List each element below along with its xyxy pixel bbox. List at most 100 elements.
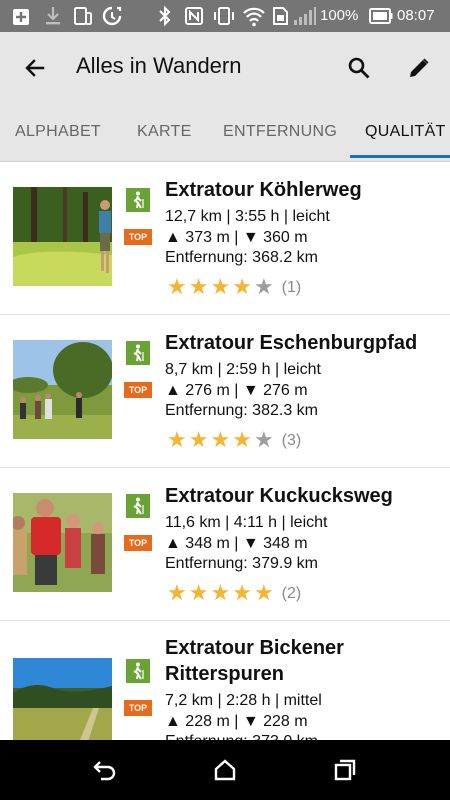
back-icon	[93, 761, 116, 781]
hiking-type-badge	[126, 494, 150, 518]
plus-box-icon	[13, 9, 29, 25]
sync-icon	[102, 6, 122, 26]
tour-ascent: 276 m	[185, 382, 230, 399]
tour-stats: 7,2 km | 2:28 h | mittel	[165, 692, 322, 709]
descent-icon: ▼	[242, 535, 259, 552]
tour-distance: Entfernung: 373.0 km	[165, 732, 318, 740]
tour-descent: 276 m	[263, 382, 308, 399]
search-button[interactable]	[341, 50, 377, 86]
page-title: Alles in Wandern	[76, 53, 242, 78]
hiking-type-badge	[126, 341, 150, 365]
battery-percent: 100%	[320, 7, 359, 24]
tour-elevation: ▲ 373 m | ▼ 360 m	[165, 229, 308, 246]
star-empty-icon: ★	[253, 275, 274, 300]
star-empty-icon: ★	[253, 428, 274, 453]
status-bar: 100% 08:07	[0, 0, 450, 32]
tour-ascent: 228 m	[185, 713, 230, 730]
back-arrow-icon	[25, 59, 45, 77]
star-filled-icon: ★	[210, 275, 231, 300]
tour-elevation: ▲ 348 m | ▼ 348 m	[165, 535, 308, 552]
tour-item[interactable]: TOP Extratour Eschenburgpfad 8,7 km | 2:…	[0, 315, 450, 468]
ascent-icon: ▲	[165, 229, 181, 246]
home-icon	[214, 759, 236, 781]
tour-stats: 11,6 km | 4:11 h | leicht	[165, 514, 328, 531]
recents-icon	[334, 759, 356, 781]
nav-home-button[interactable]	[209, 754, 241, 786]
ascent-icon: ▲	[165, 535, 181, 552]
tour-photo	[13, 187, 112, 286]
tour-title: Extratour Köhlerweg	[165, 179, 362, 201]
download-icon	[46, 7, 60, 25]
top-badge: TOP	[124, 535, 152, 551]
ascent-icon: ▲	[165, 382, 181, 399]
bluetooth-icon	[159, 5, 171, 27]
tour-item[interactable]: TOP Extratour Kuckucksweg 11,6 km | 4:11…	[0, 468, 450, 621]
tour-distance: Entfernung: 382.3 km	[165, 402, 318, 419]
tour-descent: 228 m	[263, 713, 308, 730]
star-rating: ★ ★ ★ ★ ★ (1)	[167, 277, 301, 299]
top-badge: TOP	[124, 382, 152, 398]
tour-photo	[13, 340, 112, 439]
status-time: 08:07	[397, 7, 435, 24]
tour-photo	[13, 658, 112, 740]
tour-item[interactable]: TOP Extratour Köhlerweg 12,7 km | 3:55 h…	[0, 162, 450, 315]
tour-distance: Entfernung: 368.2 km	[165, 249, 318, 266]
tab-indicator	[350, 155, 450, 158]
phone-tablet-icon	[74, 7, 92, 25]
battery-icon	[369, 8, 393, 24]
descent-icon: ▼	[242, 229, 259, 246]
tour-title: Extratour Eschenburgpfad	[165, 332, 418, 354]
signal-icon	[294, 7, 316, 25]
edit-button[interactable]	[401, 50, 437, 86]
ascent-icon: ▲	[165, 713, 181, 730]
star-filled-icon: ★	[232, 275, 252, 300]
wifi-icon	[243, 7, 265, 27]
top-badge: TOP	[124, 700, 152, 716]
star-filled-icon: ★	[210, 581, 231, 606]
tour-stats: 8,7 km | 2:59 h | leicht	[165, 361, 321, 378]
star-rating: ★ ★ ★ ★ ★ (3)	[167, 430, 301, 452]
tour-title: Extratour Bickener Ritterspuren	[165, 637, 344, 685]
nav-recents-button[interactable]	[329, 754, 361, 786]
descent-icon: ▼	[242, 713, 259, 730]
star-filled-icon: ★	[167, 275, 187, 300]
tour-list[interactable]: TOP Extratour Köhlerweg 12,7 km | 3:55 h…	[0, 162, 450, 740]
nav-back-button[interactable]	[89, 754, 121, 786]
tour-title: Extratour Kuckucksweg	[165, 485, 393, 507]
star-filled-icon: ★	[167, 428, 187, 453]
top-badge: TOP	[124, 229, 152, 245]
hiking-icon	[133, 191, 144, 209]
hiking-icon	[133, 662, 144, 680]
rating-count: (2)	[281, 585, 302, 602]
tab-karte[interactable]: KARTE	[137, 104, 192, 161]
search-icon	[348, 57, 370, 79]
star-filled-icon: ★	[253, 581, 274, 606]
tour-descent: 360 m	[263, 229, 308, 246]
back-button[interactable]	[17, 50, 53, 86]
tab-alphabet[interactable]: ALPHABET	[15, 104, 101, 161]
tour-item[interactable]: TOP Extratour Bickener Ritterspuren 7,2 …	[0, 621, 450, 740]
system-nav-bar	[0, 740, 450, 800]
tab-entfernung[interactable]: ENTFERNUNG	[223, 104, 337, 161]
edit-pencil-icon	[410, 58, 429, 77]
hiking-icon	[133, 497, 144, 515]
tour-stats: 12,7 km | 3:55 h | leicht	[165, 208, 330, 225]
hiking-icon	[133, 344, 144, 362]
app-bar: Alles in Wandern	[0, 32, 450, 104]
star-filled-icon: ★	[167, 581, 187, 606]
star-filled-icon: ★	[232, 581, 252, 606]
tour-descent: 348 m	[263, 535, 308, 552]
nfc-icon	[185, 7, 203, 25]
star-filled-icon: ★	[188, 275, 209, 300]
star-filled-icon: ★	[210, 428, 231, 453]
tab-bar: ALPHABET KARTE ENTFERNUNG QUALITÄT	[0, 104, 450, 162]
rating-count: (1)	[281, 279, 302, 296]
tab-qualitaet[interactable]: QUALITÄT	[365, 104, 446, 161]
descent-icon: ▼	[242, 382, 259, 399]
tour-photo	[13, 493, 112, 592]
tour-elevation: ▲ 276 m | ▼ 276 m	[165, 382, 308, 399]
rating-count: (3)	[281, 432, 302, 449]
star-filled-icon: ★	[188, 428, 209, 453]
tour-distance: Entfernung: 379.9 km	[165, 555, 318, 572]
star-filled-icon: ★	[188, 581, 209, 606]
